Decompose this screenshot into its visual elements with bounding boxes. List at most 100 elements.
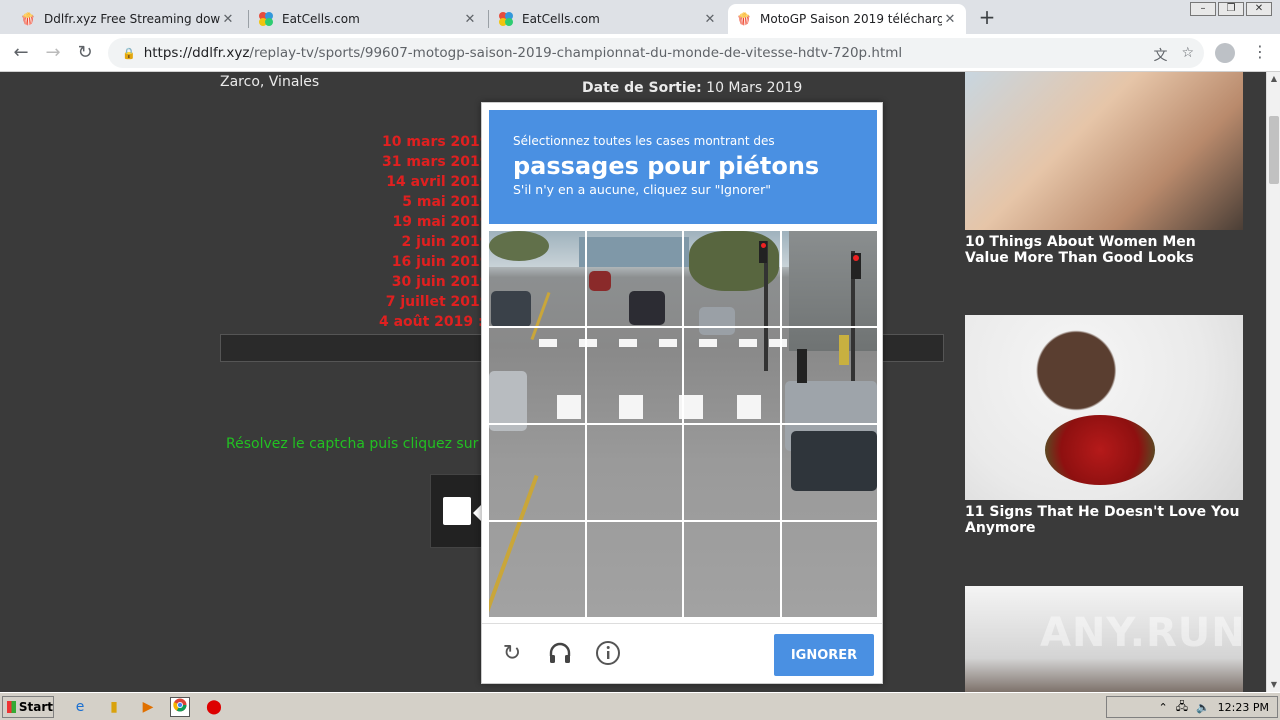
scroll-thumb[interactable] — [1269, 116, 1279, 184]
folder-icon[interactable]: ▮ — [104, 697, 124, 717]
ad-card[interactable]: 10 Things About Women Men Value More Tha… — [965, 72, 1243, 266]
captcha-tile[interactable] — [489, 328, 585, 423]
tab-title: MotoGP Saison 2019 téléchargement — [760, 12, 942, 26]
tab-title: EatCells.com — [522, 12, 600, 26]
reload-icon[interactable]: ↻ — [74, 42, 96, 64]
race-date[interactable]: 30 juin 2019 : — [360, 272, 500, 292]
release-value: 10 Mars 2019 — [706, 80, 803, 96]
captcha-tile[interactable] — [684, 231, 780, 326]
start-button[interactable]: Start — [2, 696, 54, 718]
captcha-tile[interactable] — [684, 522, 780, 617]
captcha-image-grid — [489, 231, 877, 617]
page-scrollbar[interactable]: ▲ ▼ — [1266, 72, 1280, 692]
captcha-tile[interactable] — [586, 328, 682, 423]
lock-icon: 🔒 — [122, 46, 136, 60]
address-bar[interactable]: 🔒 https://ddlfr.xyz/replay-tv/sports/996… — [108, 38, 1204, 68]
captcha-skip-hint: S'il n'y en a aucune, cliquez sur "Ignor… — [513, 182, 772, 197]
ad-card[interactable]: 11 Signs That He Doesn't Love You Anymor… — [965, 315, 1243, 536]
reload-challenge-icon[interactable]: ↻ — [498, 640, 526, 668]
captcha-tile[interactable] — [781, 231, 877, 326]
eatcells-icon — [258, 11, 274, 27]
tab-strip: 🍿 Ddlfr.xyz Free Streaming download m ✕ … — [0, 0, 1280, 34]
race-date[interactable]: 14 avril 2019 : — [360, 172, 500, 192]
star-icon[interactable]: ☆ — [1181, 45, 1194, 65]
windows-logo-icon — [7, 701, 16, 713]
race-date[interactable]: 2 juin 2019 : — [360, 232, 500, 252]
race-date[interactable]: 7 juillet 2019 : — [360, 292, 500, 312]
scroll-up-icon[interactable]: ▲ — [1267, 72, 1280, 86]
media-player-icon[interactable]: ▶ — [138, 697, 158, 717]
close-icon[interactable]: ✕ — [462, 12, 478, 27]
race-dates-list: 10 mars 2019 : 31 mars 2019 : 14 avril 2… — [360, 132, 500, 332]
pointer-arrow — [473, 505, 481, 521]
captcha-footer: ↻ IGNORER — [482, 623, 882, 683]
tab-motogp[interactable]: 🍿 MotoGP Saison 2019 téléchargement ✕ — [728, 4, 966, 34]
ignore-button[interactable]: IGNORER — [774, 634, 874, 676]
popcorn-icon: 🍿 — [20, 12, 36, 26]
recaptcha-checkbox[interactable] — [443, 497, 471, 525]
race-date[interactable]: 19 mai 2019 : — [360, 212, 500, 232]
windows-taskbar: Start e ▮ ▶ ⬤ ⌃ 🖧 🔈 12:23 PM — [0, 692, 1280, 720]
translate-icon[interactable]: 文 — [1153, 45, 1167, 65]
ad-caption[interactable]: 10 Things About Women Men Value More Tha… — [965, 234, 1243, 266]
release-label: Date de Sortie: — [582, 80, 702, 96]
tray-expand-icon[interactable]: ⌃ — [1158, 701, 1167, 714]
popcorn-icon: 🍿 — [736, 12, 752, 26]
race-date[interactable]: 31 mars 2019 : — [360, 152, 500, 172]
captcha-tile[interactable] — [586, 522, 682, 617]
captcha-tile[interactable] — [586, 425, 682, 520]
info-icon[interactable] — [594, 640, 622, 668]
captcha-target: passages pour piétons — [513, 152, 820, 180]
ad-image — [965, 72, 1243, 230]
headphones-icon[interactable] — [546, 640, 574, 668]
profile-avatar[interactable] — [1215, 43, 1235, 63]
start-label: Start — [18, 700, 53, 714]
maximize-icon[interactable]: ❐ — [1218, 2, 1244, 16]
captcha-challenge: Sélectionnez toutes les cases montrant d… — [481, 102, 883, 684]
chrome-icon[interactable] — [170, 697, 190, 717]
captcha-tile[interactable] — [489, 231, 585, 326]
tab-eatcells-1[interactable]: EatCells.com ✕ — [250, 4, 486, 34]
race-date[interactable]: 16 juin 2019 : — [360, 252, 500, 272]
close-icon[interactable]: ✕ — [702, 12, 718, 27]
captcha-instruction: Sélectionnez toutes les cases montrant d… — [513, 134, 775, 148]
new-tab-button[interactable]: + — [976, 6, 998, 28]
back-icon[interactable]: ← — [10, 42, 32, 64]
anyrun-watermark: ANY.RUN — [1040, 610, 1246, 656]
race-date[interactable]: 10 mars 2019 : — [360, 132, 500, 152]
captcha-tile[interactable] — [586, 231, 682, 326]
tab-title: Ddlfr.xyz Free Streaming download m — [44, 12, 220, 26]
forward-icon[interactable]: → — [42, 42, 64, 64]
race-date[interactable]: 4 août 2019 : G — [360, 312, 500, 332]
captcha-tile[interactable] — [781, 522, 877, 617]
captcha-tile[interactable] — [489, 522, 585, 617]
close-window-icon[interactable]: ✕ — [1246, 2, 1272, 16]
system-tray: ⌃ 🖧 🔈 12:23 PM — [1106, 696, 1278, 718]
race-date[interactable]: 5 mai 2019 : — [360, 192, 500, 212]
captcha-tile[interactable] — [489, 425, 585, 520]
browser-toolbar: ← → ↻ 🔒 https://ddlfr.xyz/replay-tv/spor… — [0, 34, 1280, 72]
scroll-down-icon[interactable]: ▼ — [1267, 678, 1280, 692]
close-icon[interactable]: ✕ — [220, 12, 236, 27]
close-icon[interactable]: ✕ — [942, 12, 958, 27]
tab-title: EatCells.com — [282, 12, 360, 26]
release-date: Date de Sortie: 10 Mars 2019 — [582, 80, 802, 96]
riders-text: Zarco, Vinales — [220, 74, 320, 90]
ie-icon[interactable]: e — [70, 697, 90, 717]
window-controls: – ❐ ✕ — [1190, 2, 1272, 16]
captcha-tile[interactable] — [684, 328, 780, 423]
captcha-tile[interactable] — [781, 328, 877, 423]
tab-ddlfr[interactable]: 🍿 Ddlfr.xyz Free Streaming download m ✕ — [12, 4, 244, 34]
alert-icon[interactable]: ⬤ — [204, 697, 224, 717]
menu-icon[interactable]: ⋮ — [1252, 42, 1268, 61]
volume-icon[interactable]: 🔈 — [1196, 701, 1210, 714]
url-path: /replay-tv/sports/99607-motogp-saison-20… — [249, 45, 903, 61]
minimize-icon[interactable]: – — [1190, 2, 1216, 16]
ad-caption[interactable]: 11 Signs That He Doesn't Love You Anymor… — [965, 504, 1243, 536]
clock[interactable]: 12:23 PM — [1218, 701, 1269, 714]
tab-eatcells-2[interactable]: EatCells.com ✕ — [490, 4, 726, 34]
captcha-tile[interactable] — [684, 425, 780, 520]
captcha-tile[interactable] — [781, 425, 877, 520]
network-icon[interactable]: 🖧 — [1176, 698, 1188, 717]
ad-image — [965, 315, 1243, 500]
